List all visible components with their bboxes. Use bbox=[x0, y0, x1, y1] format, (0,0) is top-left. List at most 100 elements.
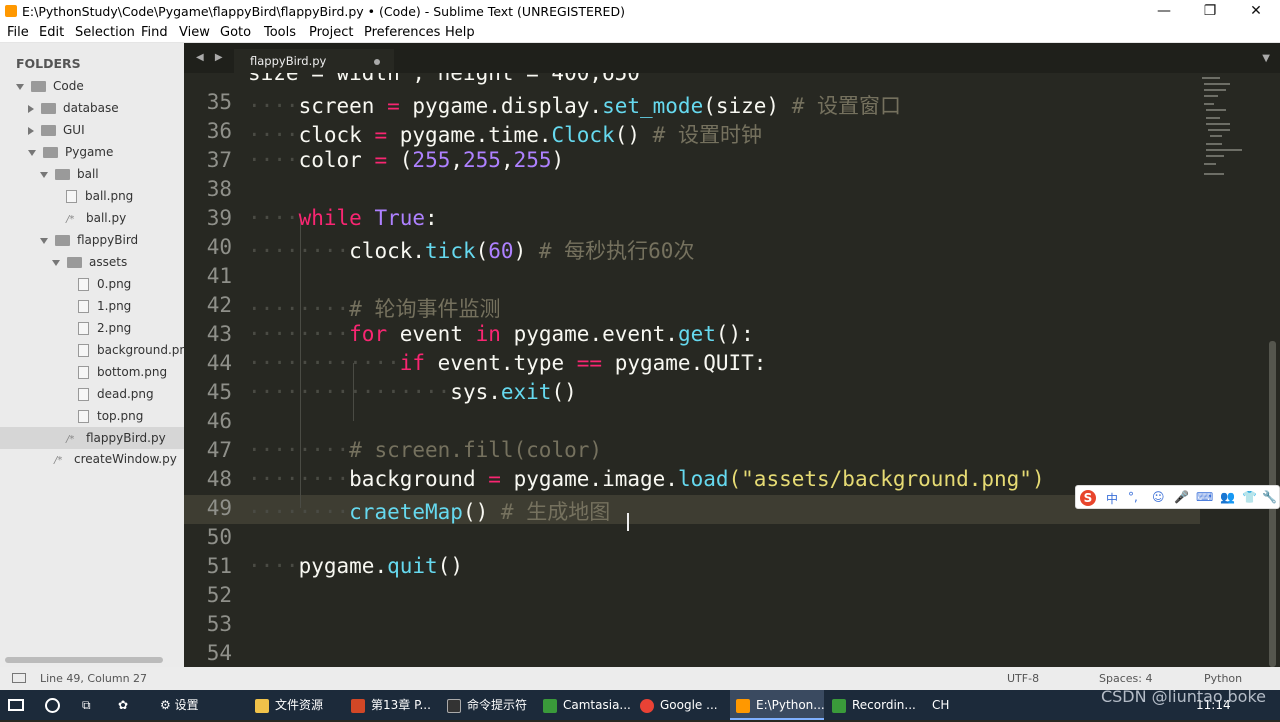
ime-settings-icon[interactable]: 🔧 bbox=[1262, 490, 1277, 504]
watermark-text: CSDN @liuntao.boke bbox=[1100, 687, 1266, 706]
tree-file-bottom-png[interactable]: bottom.png bbox=[78, 361, 167, 383]
window-title: E:\PythonStudy\Code\Pygame\flappyBird\fl… bbox=[22, 4, 625, 19]
line-number: 42 bbox=[206, 293, 232, 317]
task-view-icon[interactable]: ⧉ bbox=[82, 690, 91, 720]
chevron-down-icon bbox=[40, 171, 48, 178]
line-number: 47 bbox=[206, 438, 232, 462]
encoding-indicator[interactable]: UTF-8 bbox=[1007, 672, 1039, 685]
line-number: 35 bbox=[206, 90, 232, 114]
tree-file-dead-png[interactable]: dead.png bbox=[78, 383, 154, 405]
code-line-45: ················sys.exit() bbox=[248, 380, 577, 404]
code-line-42: ········# 轮询事件监测 bbox=[248, 297, 501, 321]
taskbar-sublime[interactable]: E:\Python... bbox=[730, 690, 825, 720]
tree-file-background-png[interactable]: background.png bbox=[78, 339, 195, 361]
indentation-indicator[interactable]: Spaces: 4 bbox=[1099, 672, 1152, 685]
tree-folder-gui[interactable]: GUI bbox=[28, 119, 85, 141]
taskbar-file-explorer[interactable]: 文件资源 bbox=[255, 690, 323, 720]
windows-start-icon[interactable] bbox=[8, 690, 28, 720]
ime-voice-icon[interactable]: 🎤 bbox=[1174, 490, 1189, 504]
taskbar-chrome[interactable]: Google ... bbox=[640, 690, 718, 720]
folder-icon bbox=[41, 125, 56, 136]
line-number: 46 bbox=[206, 409, 232, 433]
ime-chinese-mode[interactable]: 中 bbox=[1106, 490, 1118, 507]
minimize-button[interactable]: — bbox=[1141, 0, 1187, 22]
line-number: 49 bbox=[206, 496, 232, 520]
taskbar-recording[interactable]: Recordin... bbox=[832, 690, 916, 720]
taskbar: ⧉ ✿ ⚙ 设置 文件资源 第13章 P... 命令提示符 Camtasia..… bbox=[0, 690, 1280, 720]
tab-nav-arrows[interactable]: ◀ ▶ bbox=[196, 52, 227, 63]
ime-skin-icon[interactable]: 👕 bbox=[1242, 490, 1257, 504]
line-number: 50 bbox=[206, 525, 232, 549]
menu-selection[interactable]: Selection bbox=[75, 25, 135, 40]
tree-file-ball-png[interactable]: ball.png bbox=[66, 185, 133, 207]
line-number: 40 bbox=[206, 235, 232, 259]
panel-toggle-icon[interactable] bbox=[12, 673, 26, 683]
menu-view[interactable]: View bbox=[179, 25, 210, 40]
tree-folder-assets[interactable]: assets bbox=[52, 251, 127, 273]
image-file-icon bbox=[78, 388, 89, 401]
tree-file-createwindow-py[interactable]: /* createWindow.py bbox=[54, 448, 177, 470]
sidebar-scrollbar[interactable] bbox=[5, 657, 163, 663]
taskbar-powerpoint[interactable]: 第13章 P... bbox=[351, 690, 431, 720]
menu-project[interactable]: Project bbox=[309, 25, 353, 40]
ime-punctuation-icon[interactable]: °, bbox=[1128, 490, 1138, 504]
menu-tools[interactable]: Tools bbox=[264, 25, 296, 40]
menu-goto[interactable]: Goto bbox=[220, 25, 251, 40]
tree-file-1-png[interactable]: 1.png bbox=[78, 295, 131, 317]
search-icon[interactable] bbox=[45, 690, 60, 720]
tree-file-top-png[interactable]: top.png bbox=[78, 405, 143, 427]
menu-edit[interactable]: Edit bbox=[39, 25, 64, 40]
line-number: 38 bbox=[206, 177, 232, 201]
menu-help[interactable]: Help bbox=[445, 25, 475, 40]
taskbar-camtasia[interactable]: Camtasia... bbox=[543, 690, 631, 720]
tree-file-0-png[interactable]: 0.png bbox=[78, 273, 131, 295]
folders-header: FOLDERS bbox=[16, 56, 81, 71]
gear-icon: ⚙ bbox=[160, 698, 175, 712]
menu-file[interactable]: File bbox=[7, 25, 29, 40]
maximize-button[interactable]: ❐ bbox=[1187, 0, 1233, 22]
pinned-app-icon[interactable]: ✿ bbox=[118, 690, 128, 720]
tree-file-ball-py[interactable]: /* ball.py bbox=[66, 207, 126, 229]
camtasia-icon bbox=[543, 698, 557, 713]
sublime-app-icon bbox=[5, 5, 17, 17]
partial-code-line: size = width , height = 400,650 bbox=[248, 73, 640, 85]
line-number: 43 bbox=[206, 322, 232, 346]
taskbar-settings[interactable]: ⚙ 设置 bbox=[160, 690, 199, 720]
tab-dropdown-icon[interactable]: ▼ bbox=[1262, 53, 1270, 64]
menu-find[interactable]: Find bbox=[141, 25, 168, 40]
unsaved-dot-icon[interactable] bbox=[374, 59, 380, 65]
input-language[interactable]: CH bbox=[932, 690, 949, 720]
tab-flappybird-py[interactable]: flappyBird.py bbox=[234, 49, 394, 73]
chevron-down-icon bbox=[52, 259, 60, 266]
ime-keyboard-icon[interactable]: ⌨ bbox=[1196, 490, 1213, 504]
tree-folder-ball[interactable]: ball bbox=[40, 163, 99, 185]
chevron-right-icon bbox=[28, 126, 34, 135]
line-number: 48 bbox=[206, 467, 232, 491]
tree-folder-code[interactable]: Code bbox=[16, 75, 84, 97]
image-file-icon bbox=[78, 300, 89, 313]
title-bar: E:\PythonStudy\Code\Pygame\flappyBird\fl… bbox=[0, 0, 1280, 22]
chevron-down-icon bbox=[40, 237, 48, 244]
folder-icon bbox=[55, 235, 70, 246]
sidebar: FOLDERS Code database GUI Pygame ball ba… bbox=[0, 43, 195, 667]
tree-file-flappybird-py[interactable]: /* flappyBird.py bbox=[0, 427, 184, 449]
folder-icon bbox=[55, 169, 70, 180]
image-file-icon bbox=[78, 366, 89, 379]
code-editor[interactable]: size = width , height = 400,650 35 36 37… bbox=[184, 73, 1280, 667]
image-file-icon bbox=[66, 190, 77, 203]
tree-file-2-png[interactable]: 2.png bbox=[78, 317, 131, 339]
syntax-indicator[interactable]: Python bbox=[1204, 672, 1242, 685]
tree-folder-flappybird[interactable]: flappyBird bbox=[40, 229, 138, 251]
menu-preferences[interactable]: Preferences bbox=[364, 25, 440, 40]
tree-folder-database[interactable]: database bbox=[28, 97, 119, 119]
line-number: 53 bbox=[206, 612, 232, 636]
tree-folder-pygame[interactable]: Pygame bbox=[28, 141, 113, 163]
close-button[interactable]: ✕ bbox=[1233, 0, 1279, 22]
ime-users-icon[interactable]: 👥 bbox=[1220, 490, 1235, 504]
ime-emoji-icon[interactable]: ☺ bbox=[1152, 490, 1165, 504]
code-line-44: ············if event.type == pygame.QUIT… bbox=[248, 351, 767, 375]
code-line-40: ········clock.tick(60) # 每秒执行60次 bbox=[248, 239, 695, 263]
text-cursor bbox=[627, 513, 629, 531]
minimap[interactable] bbox=[1200, 73, 1250, 193]
taskbar-cmd[interactable]: 命令提示符 bbox=[447, 690, 527, 720]
